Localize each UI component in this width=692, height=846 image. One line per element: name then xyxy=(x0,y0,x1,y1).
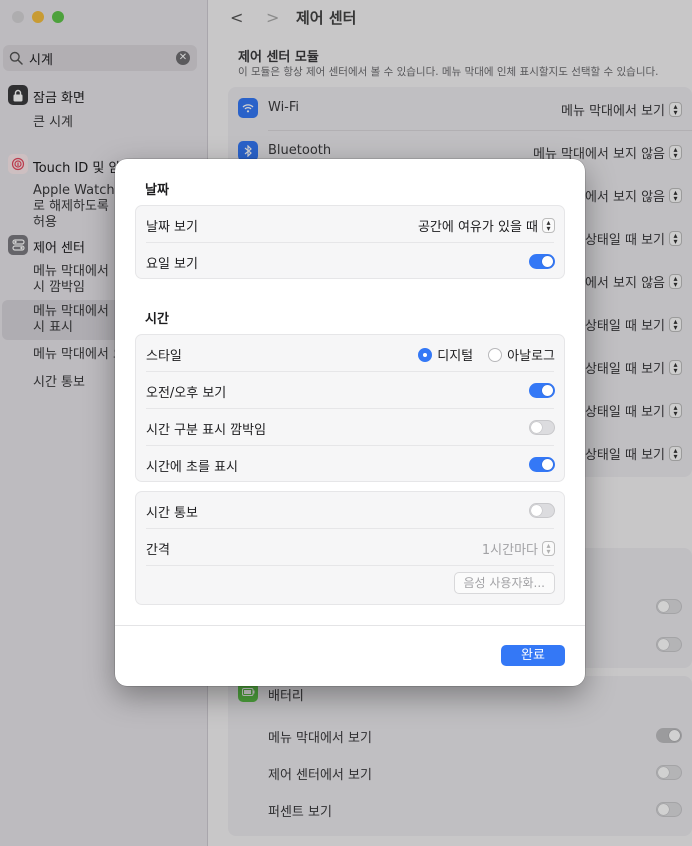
radio-digital-label[interactable]: 디지털 xyxy=(437,345,473,364)
ampm-label: 오전/오후 보기 xyxy=(146,386,227,401)
seconds-label: 시간에 초를 표시 xyxy=(146,460,238,475)
seconds-toggle[interactable] xyxy=(529,457,555,472)
radio-analog-label[interactable]: 아날로그 xyxy=(507,345,555,364)
seconds-row: 시간에 초를 표시 xyxy=(136,446,564,483)
style-options: 디지털 아날로그 xyxy=(418,345,555,364)
date-section-title: 날짜 xyxy=(145,183,169,198)
announce-group: 시간 통보 간격 1시간마다 ▴ ▾ 음성 사용자화... xyxy=(135,491,565,605)
show-weekday-row: 요일 보기 xyxy=(136,243,564,280)
flash-toggle-wrap xyxy=(529,420,555,435)
footer-divider xyxy=(115,625,585,626)
flash-toggle[interactable] xyxy=(529,420,555,435)
ampm-row: 오전/오후 보기 xyxy=(136,372,564,409)
time-section-title: 시간 xyxy=(145,312,169,327)
style-row: 스타일 디지털 아날로그 xyxy=(136,335,564,372)
customize-voice-button[interactable]: 음성 사용자화... xyxy=(453,572,555,594)
interval-row: 간격 1시간마다 ▴ ▾ xyxy=(136,529,564,566)
done-button[interactable]: 완료 xyxy=(501,645,565,666)
interval-label: 간격 xyxy=(146,543,170,558)
show-weekday-toggle[interactable] xyxy=(529,254,555,269)
ampm-toggle[interactable] xyxy=(529,383,555,398)
seconds-toggle-wrap xyxy=(529,457,555,472)
voice-row: 음성 사용자화... xyxy=(136,566,564,603)
announce-row: 시간 통보 xyxy=(136,492,564,529)
show-date-value: 공간에 여유가 있을 때 xyxy=(417,220,538,235)
show-date-row: 날짜 보기 공간에 여유가 있을 때 ▴ ▾ xyxy=(136,206,564,243)
interval-value: 1시간마다 xyxy=(481,543,538,558)
flash-label: 시간 구분 표시 깜박임 xyxy=(146,423,267,438)
announce-toggle-wrap xyxy=(529,503,555,518)
style-label: 스타일 xyxy=(146,349,182,364)
stepper-icon: ▴ ▾ xyxy=(542,218,555,233)
show-date-label: 날짜 보기 xyxy=(146,220,198,235)
radio-analog[interactable] xyxy=(488,347,503,362)
show-weekday-toggle-wrap xyxy=(529,254,555,269)
show-weekday-label: 요일 보기 xyxy=(146,257,198,272)
date-group: 날짜 보기 공간에 여유가 있을 때 ▴ ▾ 요일 보기 xyxy=(135,205,565,279)
flash-row: 시간 구분 표시 깜박임 xyxy=(136,409,564,446)
ampm-toggle-wrap xyxy=(529,383,555,398)
clock-options-sheet: 날짜 날짜 보기 공간에 여유가 있을 때 ▴ ▾ 요일 보기 시간 스타일 디지… xyxy=(115,159,585,686)
radio-digital[interactable] xyxy=(418,347,433,362)
announce-toggle[interactable] xyxy=(529,503,555,518)
stepper-icon: ▴ ▾ xyxy=(542,541,555,556)
interval-select[interactable]: 1시간마다 ▴ ▾ xyxy=(482,539,555,558)
show-date-select[interactable]: 공간에 여유가 있을 때 ▴ ▾ xyxy=(418,216,555,235)
time-group: 스타일 디지털 아날로그 오전/오후 보기 시간 구분 표시 깜박임 시간에 초… xyxy=(135,334,565,482)
announce-label: 시간 통보 xyxy=(146,506,198,521)
